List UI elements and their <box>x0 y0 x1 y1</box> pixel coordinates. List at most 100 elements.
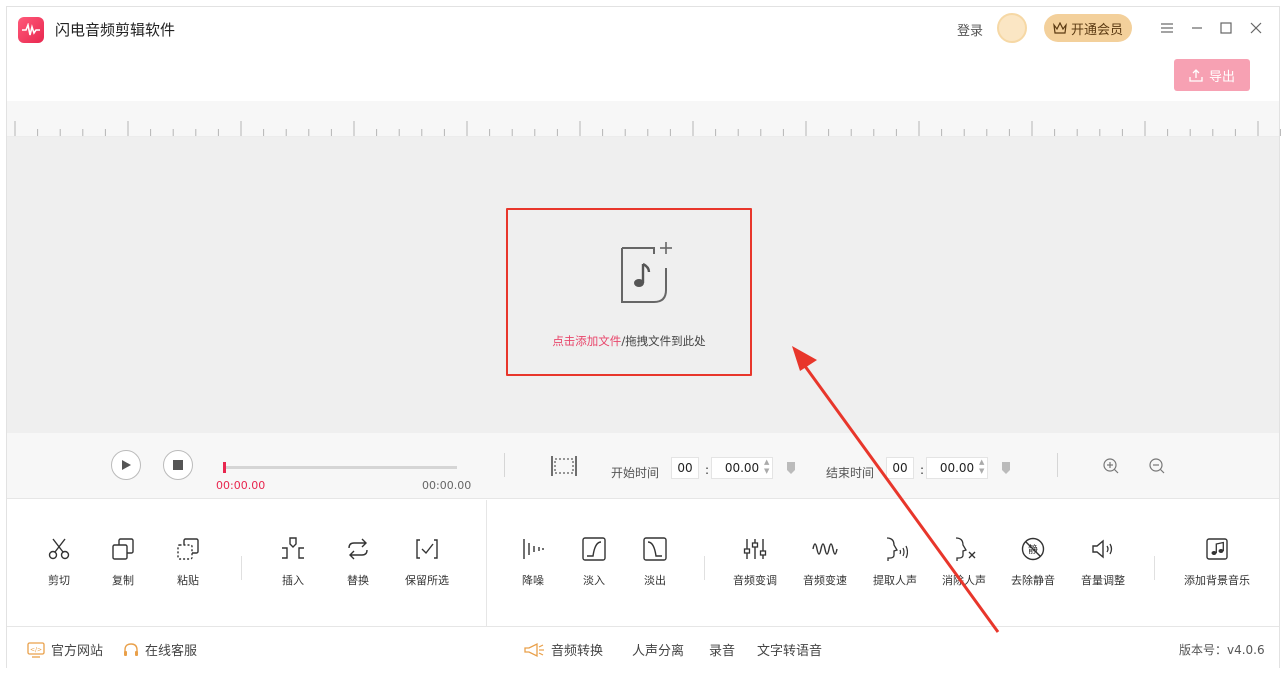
drop-hint: 点击添加文件/拖拽文件到此处 <box>508 333 750 349</box>
speed-label: 音频变速 <box>803 574 847 587</box>
volume-tool[interactable]: 音量调整 <box>1071 536 1135 596</box>
headset-icon <box>124 642 138 656</box>
close-icon[interactable] <box>1246 18 1266 38</box>
end-time-label: 结束时间 <box>826 466 875 480</box>
divider <box>1057 453 1058 477</box>
zoom-out-icon[interactable] <box>1148 457 1166 475</box>
copy-label: 复制 <box>112 574 134 587</box>
playhead[interactable] <box>223 462 226 473</box>
voice-remove-icon <box>955 537 976 561</box>
stop-icon <box>173 460 183 470</box>
login-link[interactable]: 登录 <box>957 20 983 39</box>
audio-convert-label: 音频转换 <box>551 644 604 659</box>
fade-out-icon <box>643 537 667 561</box>
insert-tool[interactable]: 插入 <box>261 536 325 596</box>
remove-voice-tool[interactable]: 消除人声 <box>932 536 996 596</box>
denoise-label: 降噪 <box>522 574 544 587</box>
replace-label: 替换 <box>347 574 369 587</box>
speaker-icon <box>1092 539 1113 559</box>
end-marker-icon[interactable] <box>1001 461 1011 475</box>
support-link[interactable]: 在线客服 <box>123 640 197 659</box>
pitch-label: 音频变调 <box>733 574 777 587</box>
stop-button[interactable] <box>163 450 193 480</box>
title-bar: 闪电音频剪辑软件 登录 开通会员 <box>7 7 1279 51</box>
add-music-file-icon <box>621 242 672 303</box>
keep-selection-label: 保留所选 <box>405 574 449 587</box>
add-file-link[interactable]: 点击添加文件 <box>552 334 621 348</box>
copy-icon <box>112 538 134 560</box>
app-logo-icon <box>18 17 44 43</box>
text-to-speech-link[interactable]: 文字转语音 <box>757 640 822 659</box>
divider <box>241 556 242 580</box>
minimize-icon[interactable] <box>1187 18 1207 38</box>
pitch-tool[interactable]: 音频变调 <box>723 536 787 596</box>
end-spinner-icon[interactable]: ▲ ▼ <box>979 458 984 476</box>
vip-button[interactable]: 开通会员 <box>1044 14 1132 42</box>
support-label: 在线客服 <box>145 644 198 659</box>
fade-in-icon <box>582 537 606 561</box>
equalizer-icon <box>743 539 767 559</box>
fade-out-label: 淡出 <box>644 574 666 587</box>
current-time: 00:00.00 <box>216 479 266 492</box>
upload-icon <box>1189 69 1203 82</box>
start-minute-input[interactable]: 00 <box>671 457 699 479</box>
playback-progress[interactable] <box>223 462 457 473</box>
cut-label: 剪切 <box>48 574 70 587</box>
menu-icon[interactable] <box>1157 18 1177 38</box>
fade-out-tool[interactable]: 淡出 <box>623 536 687 596</box>
export-button[interactable]: 导出 <box>1174 59 1250 91</box>
timeline-ruler <box>7 101 1281 137</box>
denoise-icon <box>523 539 544 559</box>
export-row: 导出 <box>7 51 1279 101</box>
start-marker-icon[interactable] <box>786 461 796 475</box>
add-file-area[interactable]: 点击添加文件/拖拽文件到此处 <box>506 208 752 376</box>
vip-label: 开通会员 <box>1070 22 1123 38</box>
start-time-label: 开始时间 <box>611 466 660 480</box>
website-link[interactable]: </> 官方网站 <box>27 640 103 659</box>
record-link[interactable]: 录音 <box>709 640 735 659</box>
divider <box>1154 556 1155 580</box>
play-icon <box>122 460 131 470</box>
denoise-tool[interactable]: 降噪 <box>501 536 565 596</box>
start-colon: : <box>705 463 710 477</box>
extract-voice-label: 提取人声 <box>873 574 917 587</box>
paste-label: 粘贴 <box>177 574 199 587</box>
select-range-icon[interactable] <box>550 455 578 477</box>
keep-selection-tool[interactable]: 保留所选 <box>395 536 459 596</box>
avatar[interactable] <box>997 13 1027 43</box>
website-label: 官方网站 <box>51 644 104 659</box>
megaphone-icon <box>524 642 544 657</box>
music-note-icon <box>1206 538 1228 560</box>
divider <box>704 556 705 580</box>
paste-tool[interactable]: 粘贴 <box>156 536 220 596</box>
speed-tool[interactable]: 音频变速 <box>793 536 857 596</box>
add-bgm-label: 添加背景音乐 <box>1184 574 1250 587</box>
fade-in-label: 淡入 <box>583 574 605 587</box>
end-minute-input[interactable]: 00 <box>886 457 914 479</box>
paste-icon <box>177 538 199 560</box>
footer-bar: </> 官方网站 在线客服 音频转换 人声分离 录音 文字转语音 版本号：v4.… <box>7 626 1279 669</box>
crown-icon <box>1053 22 1067 34</box>
end-colon: : <box>920 463 925 477</box>
drop-zone[interactable]: 点击添加文件/拖拽文件到此处 <box>7 137 1279 433</box>
drag-hint-text: 拖拽文件到此处 <box>625 334 706 348</box>
extract-voice-tool[interactable]: 提取人声 <box>863 536 927 596</box>
export-label: 导出 <box>1208 69 1235 85</box>
audio-convert-link[interactable]: 音频转换 <box>523 640 603 659</box>
copy-tool[interactable]: 复制 <box>91 536 155 596</box>
zoom-in-icon[interactable] <box>1102 457 1120 475</box>
remove-silence-tool[interactable]: 静 去除静音 <box>1001 536 1065 596</box>
fade-in-tool[interactable]: 淡入 <box>562 536 626 596</box>
add-bgm-tool[interactable]: 添加背景音乐 <box>1177 536 1257 596</box>
app-title: 闪电音频剪辑软件 <box>55 21 176 39</box>
voice-separate-link[interactable]: 人声分离 <box>632 640 684 659</box>
play-button[interactable] <box>111 450 141 480</box>
svg-text:</>: </> <box>30 646 42 653</box>
divider <box>504 453 505 477</box>
maximize-icon[interactable] <box>1216 18 1236 38</box>
app-window: 闪电音频剪辑软件 登录 开通会员 导出 点击添加文件/拖拽文件到此处 00:00… <box>6 6 1281 669</box>
svg-text:静: 静 <box>1028 543 1038 556</box>
start-spinner-icon[interactable]: ▲ ▼ <box>764 458 769 476</box>
cut-tool[interactable]: 剪切 <box>27 536 91 596</box>
replace-tool[interactable]: 替换 <box>326 536 390 596</box>
